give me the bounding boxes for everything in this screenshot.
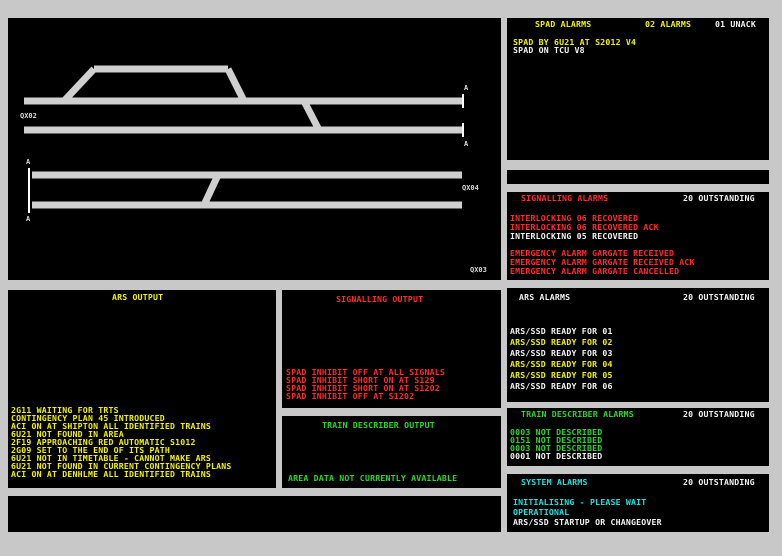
label-a-left-2: A [26, 215, 31, 223]
track-crossover-upper [300, 99, 323, 132]
system-alarms-panel[interactable]: SYSTEM ALARMS 20 OUTSTANDING INITIALISIN… [507, 474, 769, 532]
signalling-alarms-panel[interactable]: SIGNALLING ALARMS 20 OUTSTANDING INTERLO… [507, 192, 769, 280]
signalling-output-panel[interactable]: SIGNALLING OUTPUT SPAD INHIBIT OFF AT AL… [282, 290, 501, 408]
train-describer-alarms-panel[interactable]: TRAIN DESCRIBER ALARMS 20 OUTSTANDING 00… [507, 408, 769, 466]
label-a-top-2: A [464, 140, 469, 148]
signalling-output-title: SIGNALLING OUTPUT [336, 294, 424, 304]
train-describer-alarm-line[interactable]: 0001 NOT DESCRIBED [510, 452, 602, 461]
train-describer-alarms-title: TRAIN DESCRIBER ALARMS [521, 409, 634, 419]
signal-marker-left[interactable] [28, 168, 30, 213]
spad-alarms-panel[interactable]: SPAD ALARMS 02 ALARMS 01 UNACK SPAD BY 6… [507, 18, 769, 160]
signalling-output-line[interactable]: SPAD INHIBIT OFF AT S1202 [286, 392, 414, 401]
label-qx02: QX02 [20, 112, 37, 120]
ars-alarm-line[interactable]: ARS/SSD READY FOR 04 [510, 360, 613, 369]
signalling-alarm-line[interactable]: INTERLOCKING 05 RECOVERED [510, 232, 638, 241]
spad-alarm-line[interactable]: SPAD ON TCU V8 [513, 46, 585, 55]
label-a-left-1: A [26, 158, 31, 166]
spad-alarms-unack: 01 UNACK [715, 19, 757, 29]
ars-alarm-line[interactable]: ARS/SSD READY FOR 03 [510, 349, 613, 358]
system-alarms-outstanding: 20 OUTSTANDING [683, 477, 755, 487]
label-qx04: QX04 [462, 184, 479, 192]
ars-alarms-title: ARS ALARMS [519, 292, 571, 302]
system-alarm-line[interactable]: ARS/SSD STARTUP OR CHANGEOVER [513, 518, 662, 527]
ars-alarm-line[interactable]: ARS/SSD READY FOR 01 [510, 327, 613, 336]
signalling-alarms-outstanding: 20 OUTSTANDING [683, 193, 755, 203]
ars-alarms-panel[interactable]: ARS ALARMS 20 OUTSTANDING ARS/SSD READY … [507, 288, 769, 402]
track-layout[interactable] [8, 18, 501, 280]
system-alarm-line[interactable]: OPERATIONAL [513, 508, 569, 517]
ars-alarm-line[interactable]: ARS/SSD READY FOR 02 [510, 338, 613, 347]
command-input-panel[interactable] [8, 496, 501, 532]
system-alarm-line[interactable]: INITIALISING - PLEASE WAIT [513, 498, 646, 507]
spad-alarms-count: 02 ALARMS [645, 19, 692, 29]
ars-output-title: ARS OUTPUT [112, 292, 164, 302]
ars-alarm-line[interactable]: ARS/SSD READY FOR 06 [510, 382, 613, 391]
train-describer-output-message[interactable]: AREA DATA NOT CURRENTLY AVAILABLE [288, 474, 457, 483]
train-describer-alarms-outstanding: 20 OUTSTANDING [683, 409, 755, 419]
spad-alarms-title: SPAD ALARMS [535, 19, 592, 29]
ars-output-panel[interactable]: ARS OUTPUT 2G11 WAITING FOR TRTS CONTING… [8, 290, 276, 488]
ars-alarm-line[interactable]: ARS/SSD READY FOR 05 [510, 371, 613, 380]
signal-marker-top-2[interactable] [462, 123, 464, 137]
track-diagram-panel[interactable]: QX02 A A A A QX04 QX03 [8, 18, 501, 280]
train-describer-output-title: TRAIN DESCRIBER OUTPUT [322, 420, 435, 430]
ars-output-line[interactable]: ACI ON AT DENHLME ALL IDENTIFIED TRAINS [11, 470, 211, 479]
signalling-alarm-line[interactable]: EMERGENCY ALARM GARGATE CANCELLED [510, 267, 679, 276]
ars-alarms-outstanding: 20 OUTSTANDING [683, 292, 755, 302]
signalling-alarms-title: SIGNALLING ALARMS [521, 193, 609, 203]
signal-marker-top-1[interactable] [462, 94, 464, 108]
system-alarms-title: SYSTEM ALARMS [521, 477, 588, 487]
track-crossover-loop [61, 66, 97, 104]
track-crossover-loop-down [224, 67, 248, 103]
spad-alarms-footer [507, 170, 769, 184]
track-crossover-lower [200, 173, 222, 207]
label-qx03: QX03 [470, 266, 487, 274]
label-a-top-1: A [464, 84, 469, 92]
train-describer-output-panel[interactable]: TRAIN DESCRIBER OUTPUT AREA DATA NOT CUR… [282, 416, 501, 488]
